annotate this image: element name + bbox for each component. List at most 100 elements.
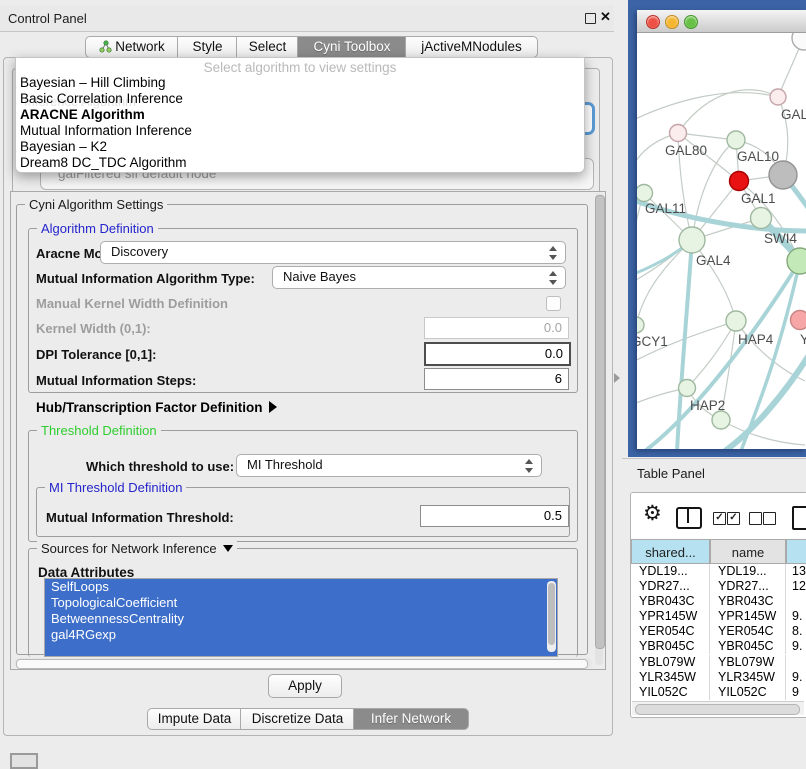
table-cell[interactable]: YPR145W — [631, 609, 710, 624]
network-node-gcy1[interactable] — [637, 317, 644, 333]
table-row[interactable]: YBR045CYBR045C9. — [631, 639, 806, 654]
network-edge-thick[interactable] — [725, 355, 806, 449]
tab-discretize-data[interactable]: Discretize Data — [240, 708, 355, 730]
hub-definition-toggle[interactable]: Hub/Transcription Factor Definition — [36, 400, 277, 415]
mi-threshold-field[interactable]: 0.5 — [420, 505, 569, 527]
table-cell[interactable]: 8. — [786, 624, 806, 639]
collapsed-panel-button[interactable] — [10, 753, 38, 769]
tab-network[interactable]: Network — [85, 36, 179, 58]
algorithm-popup-item[interactable]: ARACNE Algorithm — [16, 107, 584, 123]
network-node-gal11[interactable] — [637, 185, 653, 202]
network-node[interactable] — [792, 33, 806, 50]
sources-toggle[interactable]: Sources for Network Inference — [37, 541, 237, 556]
data-attribute-item[interactable]: SelfLoops — [45, 579, 557, 595]
float-window-icon[interactable] — [585, 13, 596, 24]
unchecked-checkbox-icon[interactable] — [749, 512, 762, 525]
table-row[interactable]: YPR145WYPR145W9. — [631, 609, 806, 624]
dpi-tolerance-field[interactable]: 0.0 — [424, 342, 571, 366]
table-cell[interactable]: YIL052C — [631, 685, 710, 700]
network-node-gal[interactable] — [770, 89, 786, 105]
network-node-hap2[interactable] — [679, 380, 696, 397]
table-cell[interactable]: 12 — [786, 579, 806, 594]
table-row[interactable]: YDR27...YDR27...12 — [631, 579, 806, 594]
mi-type-combobox[interactable]: Naive Bayes — [272, 266, 566, 289]
tab-cyni-toolbox[interactable]: Cyni Toolbox — [297, 36, 407, 58]
which-threshold-combobox[interactable]: MI Threshold — [236, 454, 542, 477]
table-cell[interactable]: YPR145W — [710, 609, 786, 624]
table-cell[interactable]: YBR043C — [710, 594, 786, 609]
table-cell[interactable]: 9. — [786, 609, 806, 624]
scrollbar-thumb[interactable] — [595, 195, 605, 649]
data-attribute-item[interactable]: gal4RGexp — [45, 627, 557, 643]
table-cell[interactable]: 9. — [786, 639, 806, 654]
split-columns-icon[interactable] — [676, 507, 702, 529]
network-edge[interactable] — [637, 240, 692, 325]
table-horizontal-scrollbar[interactable] — [632, 701, 804, 715]
table-row[interactable]: YER054CYER054C8. — [631, 624, 806, 639]
table-row[interactable]: YBR043CYBR043C — [631, 594, 806, 609]
table-cell[interactable]: YBR045C — [710, 639, 786, 654]
network-node-y[interactable] — [791, 311, 806, 330]
data-attribute-item[interactable] — [45, 643, 557, 657]
table-cell[interactable]: YLR345W — [710, 670, 786, 685]
tab-impute-data[interactable]: Impute Data — [147, 708, 242, 730]
data-attribute-item[interactable]: BetweennessCentrality — [45, 611, 557, 627]
table-cell[interactable]: 9. — [786, 670, 806, 685]
kernel-width-field[interactable]: 0.0 — [424, 317, 569, 339]
table-column-header[interactable]: A — [786, 539, 806, 564]
table-cell[interactable] — [786, 655, 806, 670]
network-window-titlebar[interactable] — [637, 10, 806, 33]
network-node-gal4[interactable] — [679, 227, 705, 253]
table-cell[interactable]: YDL19... — [710, 564, 786, 579]
table-row[interactable]: YBL079WYBL079W — [631, 655, 806, 670]
table-row[interactable]: YLR345WYLR345W9. — [631, 670, 806, 685]
algorithm-popup-item[interactable]: Basic Correlation Inference — [16, 91, 584, 107]
table-cell[interactable]: YDL19... — [631, 564, 710, 579]
table-cell[interactable] — [786, 594, 806, 609]
network-edge[interactable] — [687, 321, 736, 388]
network-edge[interactable] — [678, 90, 778, 133]
table-column-header[interactable]: name — [710, 539, 786, 564]
network-canvas[interactable]: GALGAL80GAL10GAL1GAL11SWI4GAL4GCY1HAP4YH… — [637, 33, 806, 449]
table-row[interactable]: YIL052CYIL052C9 — [631, 685, 806, 700]
tab-style[interactable]: Style — [177, 36, 238, 58]
settings-gear-icon[interactable]: ⚙ — [643, 503, 662, 524]
scrollbar-thumb[interactable] — [635, 704, 800, 715]
table-cell[interactable]: 9 — [786, 685, 806, 700]
aracne-mode-combobox[interactable]: Discovery — [100, 241, 566, 264]
tab-select[interactable]: Select — [236, 36, 299, 58]
table-cell[interactable]: YLR345W — [631, 670, 710, 685]
close-icon[interactable]: ✕ — [600, 9, 611, 25]
network-node-gal80[interactable] — [670, 125, 687, 142]
algorithm-popup-item[interactable]: Mutual Information Inference — [16, 123, 584, 139]
scrollbar-thumb[interactable] — [16, 659, 588, 669]
page-icon[interactable] — [792, 506, 806, 530]
data-attributes-list[interactable]: SelfLoopsTopologicalCoefficientBetweenne… — [44, 578, 558, 657]
settings-horizontal-scrollbar[interactable] — [14, 658, 592, 668]
data-attribute-item[interactable]: TopologicalCoefficient — [45, 595, 557, 611]
network-graph[interactable]: GALGAL80GAL10GAL1GAL11SWI4GAL4GCY1HAP4YH… — [637, 33, 806, 449]
network-node[interactable] — [769, 161, 797, 189]
network-node[interactable] — [712, 411, 730, 429]
algorithm-popup-item[interactable]: Bayesian – Hill Climbing — [16, 75, 584, 91]
network-node-gal10[interactable] — [727, 131, 745, 149]
zoom-traffic-light[interactable] — [684, 15, 698, 29]
table-cell[interactable]: YBR043C — [631, 594, 710, 609]
table-cell[interactable]: 13 — [786, 564, 806, 579]
tab-infer-network[interactable]: Infer Network — [353, 708, 469, 730]
algorithm-popup-item[interactable]: Dream8 DC_TDC Algorithm — [16, 155, 584, 171]
network-edge[interactable] — [637, 93, 778, 121]
table-cell[interactable]: YER054C — [710, 624, 786, 639]
network-edge-thick[interactable] — [741, 261, 800, 449]
manual-kernel-checkbox[interactable] — [546, 296, 561, 311]
table-cell[interactable]: YIL052C — [710, 685, 786, 700]
table-cell[interactable]: YDR27... — [631, 579, 710, 594]
scrollbar-thumb[interactable] — [548, 583, 555, 645]
apply-button[interactable]: Apply — [268, 674, 342, 698]
settings-vertical-scrollbar[interactable] — [595, 193, 603, 665]
minimize-traffic-light[interactable] — [665, 15, 679, 29]
table-cell[interactable]: YBR045C — [631, 639, 710, 654]
table-column-header[interactable]: shared... — [631, 539, 710, 564]
table-cell[interactable]: YER054C — [631, 624, 710, 639]
table-cell[interactable]: YDR27... — [710, 579, 786, 594]
